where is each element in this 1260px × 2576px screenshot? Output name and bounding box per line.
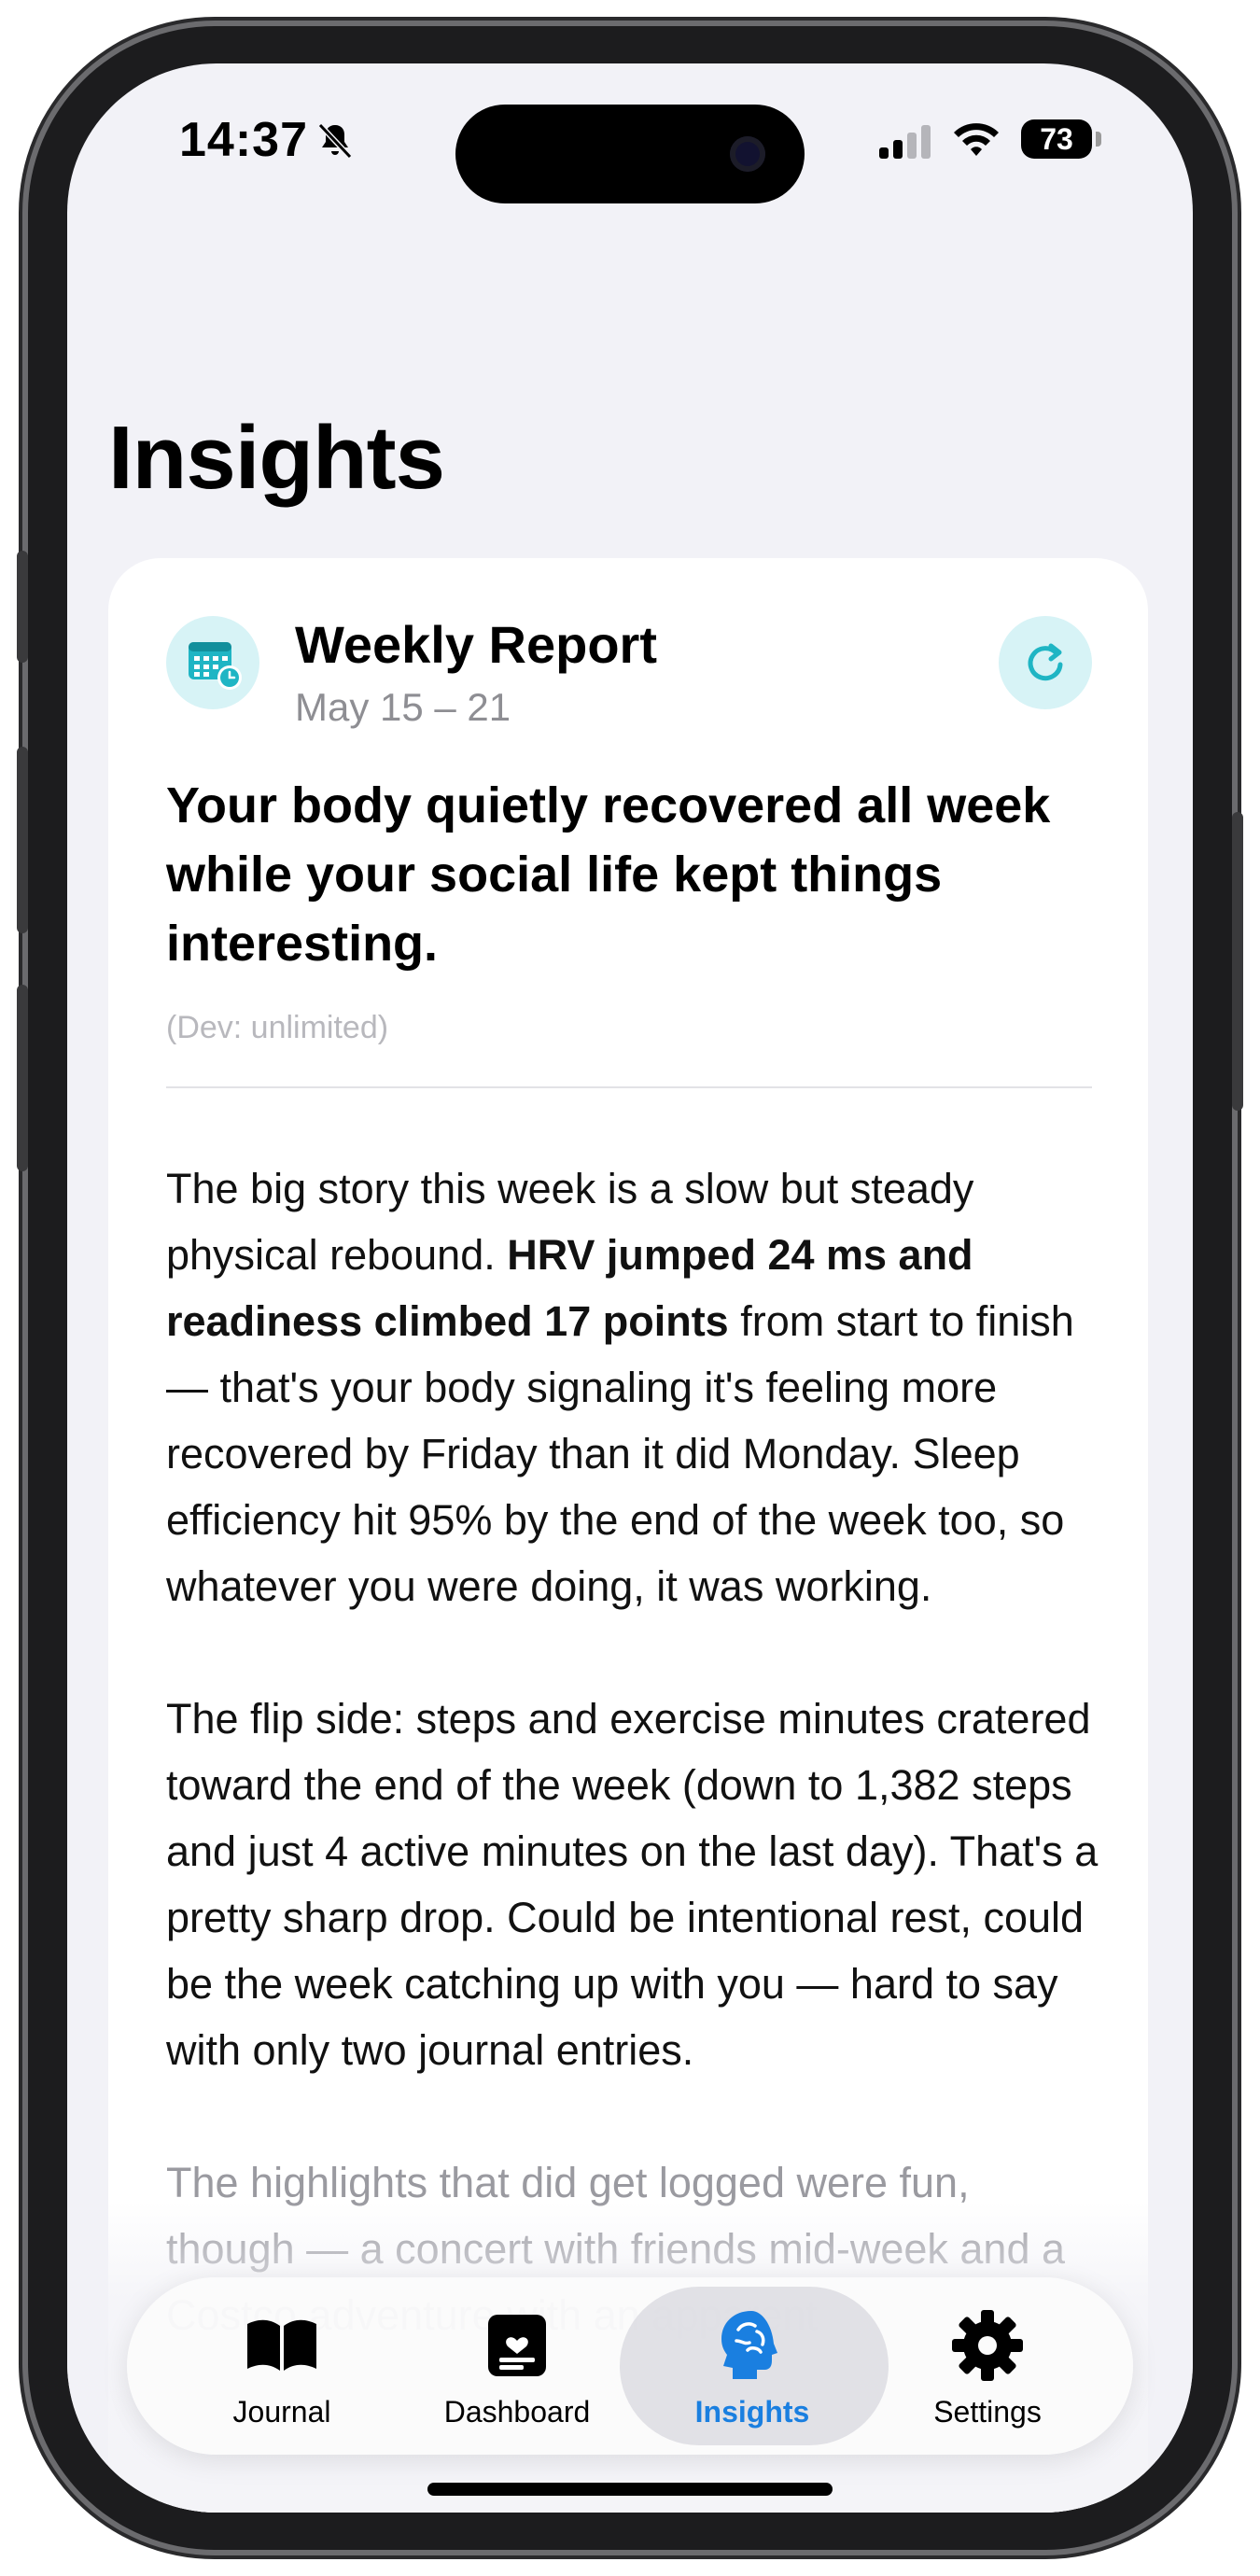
tab-bar: Journal Dashboard Insights Settings (127, 2277, 1133, 2455)
battery-level: 73 (1021, 119, 1092, 159)
tab-settings[interactable]: Settings (866, 2277, 1109, 2455)
tab-insights[interactable]: Insights (631, 2277, 874, 2455)
refresh-icon (1028, 643, 1063, 681)
home-indicator[interactable] (427, 2483, 833, 2496)
battery-indicator: 73 (1021, 119, 1101, 159)
status-bar: 14:37 73 (67, 63, 1193, 213)
tab-label: Dashboard (443, 2395, 591, 2429)
page-title: Insights (108, 408, 445, 508)
action-button (17, 551, 28, 663)
tab-label: Insights (694, 2395, 810, 2429)
dev-note: (Dev: unlimited) (166, 1010, 389, 1045)
screen: 14:37 73 Insights Weekly Report May 15 –… (67, 63, 1193, 2513)
gear-icon (952, 2310, 1023, 2381)
volume-down-button (17, 985, 28, 1171)
brain-icon (721, 2311, 777, 2379)
dashboard-icon (488, 2315, 546, 2376)
status-time: 14:37 (179, 113, 308, 167)
refresh-button[interactable] (999, 616, 1092, 709)
report-date-range: May 15 – 21 (295, 685, 511, 729)
battery-cap (1096, 132, 1101, 147)
cellular-signal-icon (879, 125, 931, 159)
report-title: Weekly Report (295, 615, 657, 674)
tab-journal[interactable]: Journal (161, 2277, 403, 2455)
camera-icon (730, 136, 765, 172)
calendar-clock-icon (166, 616, 259, 709)
power-button (1232, 812, 1243, 1111)
book-icon (247, 2319, 316, 2371)
tab-label: Journal (232, 2395, 331, 2429)
wifi-icon (954, 123, 999, 156)
report-paragraph: The big story this week is a slow but st… (166, 1155, 1099, 1619)
bell-slash-icon (317, 122, 353, 160)
divider (166, 1086, 1092, 1088)
dynamic-island (455, 105, 805, 203)
tab-label: Settings (933, 2395, 1042, 2429)
tab-dashboard[interactable]: Dashboard (396, 2277, 638, 2455)
report-paragraph: The flip side: steps and exercise minute… (166, 1695, 1099, 2074)
volume-up-button (17, 747, 28, 933)
report-headline: Your body quietly recovered all week whi… (166, 777, 1051, 972)
